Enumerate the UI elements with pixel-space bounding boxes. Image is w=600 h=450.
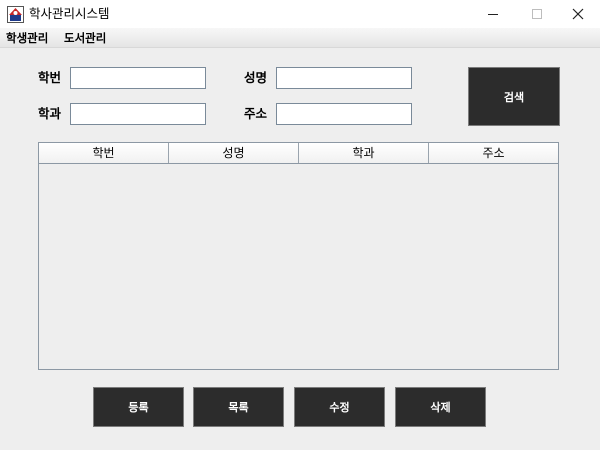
column-header-student-id[interactable]: 학번 — [39, 143, 169, 163]
address-input[interactable] — [276, 103, 412, 125]
maximize-icon — [532, 9, 542, 19]
register-button[interactable]: 등록 — [93, 387, 184, 427]
student-table[interactable]: 학번 성명 학과 주소 — [38, 142, 559, 370]
maximize-button[interactable] — [515, 0, 559, 28]
table-body[interactable] — [39, 164, 558, 369]
window-title: 학사관리시스템 — [29, 6, 110, 21]
column-header-name[interactable]: 성명 — [169, 143, 299, 163]
minimize-button[interactable] — [471, 0, 515, 28]
close-button[interactable] — [556, 0, 600, 28]
delete-button[interactable]: 삭제 — [395, 387, 486, 427]
close-icon — [572, 8, 584, 20]
search-button[interactable]: 검색 — [468, 67, 560, 126]
list-button[interactable]: 목록 — [193, 387, 284, 427]
menu-bar: 학생관리 도서관리 — [0, 28, 600, 48]
title-bar: 학사관리시스템 — [0, 0, 600, 28]
address-label: 주소 — [244, 106, 268, 121]
department-input[interactable] — [70, 103, 206, 125]
app-logo-icon — [7, 6, 24, 23]
name-input[interactable] — [276, 67, 412, 89]
menu-library-management[interactable]: 도서관리 — [64, 30, 106, 46]
name-label: 성명 — [244, 70, 268, 85]
student-id-input[interactable] — [70, 67, 206, 89]
minimize-icon — [488, 13, 498, 15]
department-label: 학과 — [38, 106, 62, 121]
menu-student-management[interactable]: 학생관리 — [6, 30, 48, 46]
edit-button[interactable]: 수정 — [294, 387, 385, 427]
column-header-address[interactable]: 주소 — [429, 143, 558, 163]
student-id-label: 학번 — [38, 70, 62, 85]
table-header: 학번 성명 학과 주소 — [39, 143, 558, 164]
column-header-department[interactable]: 학과 — [299, 143, 429, 163]
